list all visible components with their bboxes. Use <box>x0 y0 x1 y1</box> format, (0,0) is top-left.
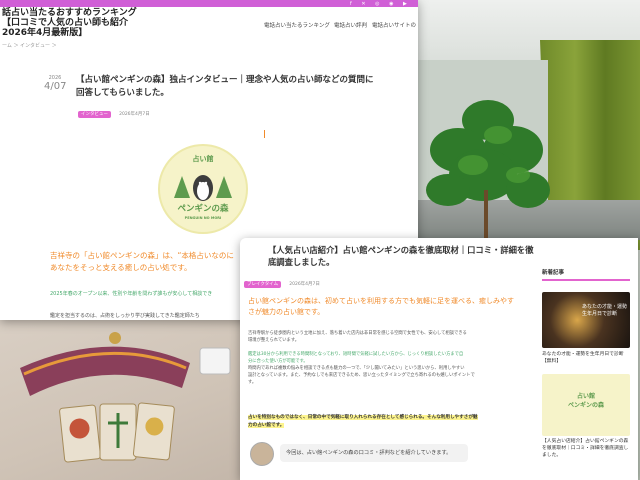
avatar <box>250 442 274 466</box>
thumbnail-text: あなたの才能・運勢 生年月日で診断 <box>582 304 628 317</box>
nav-item[interactable]: 電話占い当たるランキング <box>264 21 330 29</box>
site-title-line: 2026年4月最新版】 <box>2 28 88 38</box>
body-text: 鑑定を担当するのは、占術をしっかり学び実践してきた鑑定師たち <box>50 313 200 319</box>
article-meta: ブレイクタイム 2026年4月7日 <box>244 270 320 289</box>
intro-line: 吉祥寺の「占い館ペンギンの森」は、“本格占いなのに <box>50 251 234 260</box>
logo-top-text: 占い館 <box>192 155 214 163</box>
tarot-photo <box>0 318 240 480</box>
sidebar-thumbnail[interactable]: あなたの才能・運勢 生年月日で診断 <box>542 292 630 348</box>
plant-icon <box>426 100 550 240</box>
nav-item[interactable]: 電話占いサイトの <box>372 21 416 29</box>
article-title[interactable]: 【人気占い店紹介】占い館ペンギンの森を徹底取材｜口コミ・詳細を徹底調査しました。 <box>268 244 538 268</box>
bottom-article-screenshot: 【人気占い店紹介】占い館ペンギンの森を徹底取材｜口コミ・詳細を徹底調査しました。… <box>240 238 638 480</box>
highlight-line: 占いを特別なものではなく、日常の中で気軽に取り入れられる存在として感じられる。そ… <box>248 415 478 420</box>
site-title-line: 話占い当たるおすすめランキング <box>2 8 137 18</box>
date-month-day: 4/07 <box>44 81 67 92</box>
posted-date: 2026年4月7日 <box>119 112 150 117</box>
penguin-logo: 占い館 ペンギンの森 PENGUIN NO MORI <box>158 144 248 234</box>
logo-sub-text: PENGUIN NO MORI <box>184 216 222 220</box>
lead-text: 占い館ペンギンの森は、初めて占いを利用する方でも気軽に足を運べる、癒しみやすさが… <box>248 297 514 316</box>
posted-date: 2026年4月7日 <box>289 282 320 287</box>
date-block: 2026 4/07 <box>44 75 66 92</box>
site-title[interactable]: 話占い当たるおすすめランキング 【口コミで人気の占い師も紹介 2026年4月最新… <box>2 8 172 38</box>
nav-item[interactable]: 電話占い評判 <box>334 21 367 29</box>
article-body: 吉祥寺駅から徒歩圏内という立地に加え、落ち着いた店内は非日常を感じる空間で女性で… <box>248 330 530 386</box>
body-line: 吉祥寺駅から徒歩圏内という立地に加え、落ち着いた店内は非日常を感じる空間で女性で… <box>248 331 467 336</box>
tarot-cards-icon <box>20 332 231 463</box>
body-line: 時間内であれば複数の悩みを相談できる点も魅力の一つで、「少し聞いてみたい」という… <box>248 366 465 371</box>
body-line: 鑑定は30分から利用できる時間制となっており、短時間で気軽に試したい方から、じっ… <box>248 352 464 357</box>
site-title-line: 【口コミで人気の占い師も紹介 <box>2 18 129 28</box>
penguin-icon <box>174 175 232 201</box>
highlight-line: 力の占い館です。 <box>248 423 285 428</box>
speech-bubble: 今回は、占い館ペンギンの森の口コミ・評判などを紹介していきます。 <box>280 444 468 462</box>
body-line: 設計となっています。また、予約なしでも来店できるため、思い立ったタイミングで立ち… <box>248 373 475 378</box>
thumbnail-text: 占い館 ペンギンの森 <box>567 393 604 409</box>
sidebar-item-caption[interactable]: あなたの才能・運勢を生年月日で診断【無料】 <box>542 351 632 365</box>
green-text: 2025年春のオープン以来、性別や年齢を問わず誰もが安心して相談でき <box>50 291 213 297</box>
intro-text: 吉祥寺の「占い館ペンギンの森」は、“本格占いなのに あなたをそっと支える癒しの占… <box>50 250 234 274</box>
body-line: す。 <box>248 380 257 385</box>
logo-main-text: ペンギンの森 <box>177 204 229 214</box>
sidebar-heading: 新着記事 <box>542 268 630 281</box>
highlighted-text: 占いを特別なものではなく、日常の中で気軽に取り入れられる存在として感じられる。そ… <box>248 414 530 430</box>
article-meta: インタビュー 2026年4月7日 <box>78 100 150 119</box>
sidebar-thumbnail[interactable]: 占い館 ペンギンの森 <box>542 374 630 436</box>
social-icons[interactable]: f ✕ ◎ ◉ ▶ ✉ <box>350 1 418 13</box>
category-tag[interactable]: ブレイクタイム <box>244 281 282 288</box>
body-line: 環境が整えられています。 <box>248 338 300 343</box>
intro-line: あなたをそっと支える癒しの占い処です。 <box>50 263 192 272</box>
article-title[interactable]: 【占い館ペンギンの森】独占インタビュー｜理念や人気の占い師などの質問に回答しても… <box>76 74 376 100</box>
body-line: 分に合った使い方が可能です。 <box>248 359 308 364</box>
sidebar-item-caption[interactable]: 【人気占い店紹介】占い館ペンギンの森を徹底取材｜口コミ・詳細を徹底調査しました。 <box>542 438 632 459</box>
category-tag[interactable]: インタビュー <box>78 111 111 118</box>
divider <box>264 130 265 138</box>
breadcrumb[interactable]: ーム ＞ インタビュー ＞ <box>2 42 57 49</box>
